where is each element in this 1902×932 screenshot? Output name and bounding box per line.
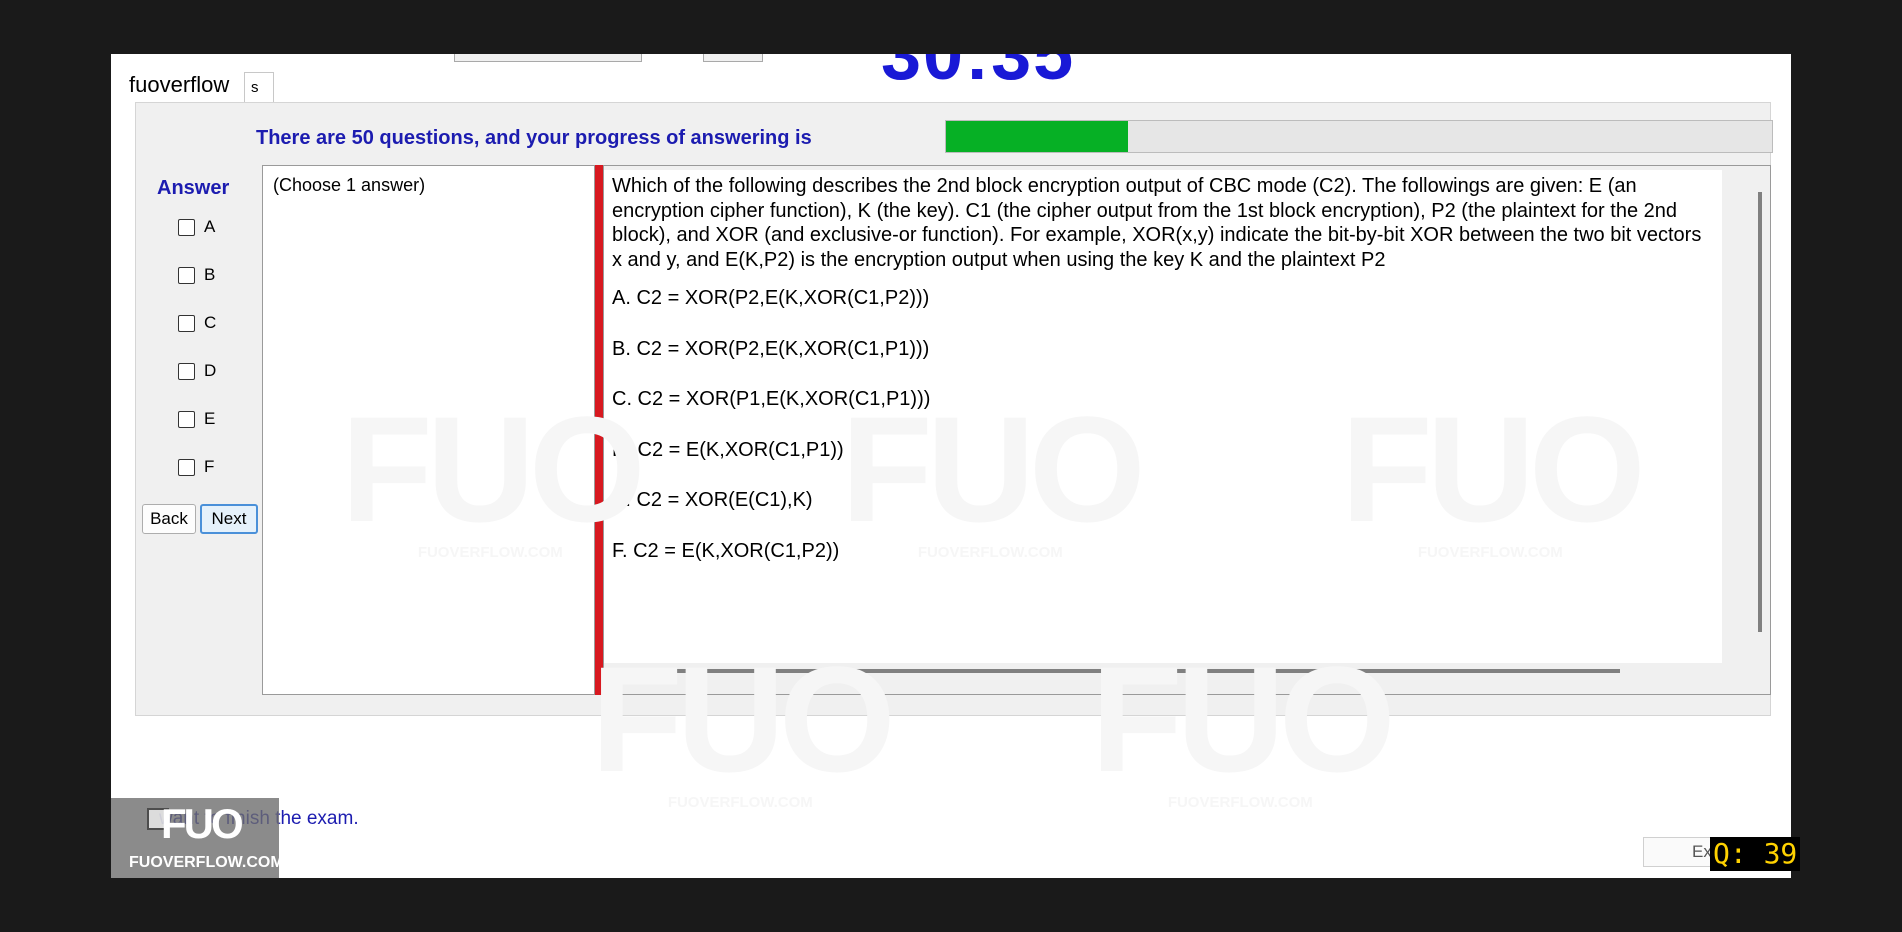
answer-option-f[interactable]: F <box>178 457 214 477</box>
answer-option-label: B <box>204 265 216 284</box>
answer-option-label: F <box>204 457 215 476</box>
answer-option-a[interactable]: A <box>178 217 215 237</box>
progress-fill <box>946 121 1128 152</box>
logo-site: FUOVERFLOW.COM <box>129 854 284 871</box>
exam-timer: 30:35 <box>881 54 1076 95</box>
checkbox-b[interactable] <box>178 266 195 284</box>
exam-window: 30:35 fuoverflow s There are 50 question… <box>111 54 1791 878</box>
question-option-e: E. C2 = XOR(E(C1),K) <box>612 489 813 511</box>
watermark-site: FUOVERFLOW.COM <box>667 794 813 811</box>
progress-label: There are 50 questions, and your progres… <box>256 127 812 149</box>
answer-option-e[interactable]: E <box>178 409 215 429</box>
watermark-site: FUOVERFLOW.COM <box>1167 794 1313 811</box>
question-option-c: C. C2 = XOR(P1,E(K,XOR(C1,P1))) <box>612 388 931 410</box>
checkbox-e[interactable] <box>178 410 195 428</box>
question-area: Which of the following describes the 2nd… <box>603 165 1771 695</box>
logo-mark: FUO <box>161 800 244 847</box>
fuo-logo-overlay: FUO FUOVERFLOW.COM <box>111 798 284 878</box>
question-option-f: F. C2 = E(K,XOR(C1,P2)) <box>612 539 840 562</box>
question-content: Which of the following describes the 2nd… <box>604 170 1722 663</box>
progress-bar <box>945 120 1773 153</box>
checkbox-c[interactable] <box>178 314 195 332</box>
answer-option-label: A <box>204 217 216 236</box>
checkbox-d[interactable] <box>178 362 195 380</box>
tab-questions[interactable]: s <box>244 72 274 102</box>
top-combo-box[interactable] <box>454 54 642 62</box>
checkbox-f[interactable] <box>178 458 195 476</box>
question-option-a: A. C2 = XOR(P2,E(K,XOR(C1,P2))) <box>612 287 930 309</box>
answer-title: Answer <box>157 177 230 199</box>
answer-option-d[interactable]: D <box>178 361 216 381</box>
question-option-b: B. C2 = XOR(P2,E(K,XOR(C1,P1))) <box>612 337 930 360</box>
choose-hint-box: (Choose 1 answer) <box>262 165 595 695</box>
brand-label: fuoverflow <box>129 72 230 97</box>
question-text: Which of the following describes the 2nd… <box>612 175 1702 271</box>
checkbox-a[interactable] <box>178 218 195 236</box>
answer-option-b[interactable]: B <box>178 265 215 285</box>
back-button[interactable]: Back <box>142 504 196 534</box>
question-counter: Q: 39 <box>1710 837 1801 871</box>
next-button[interactable]: Next <box>200 504 258 534</box>
choose-hint-text: (Choose 1 answer) <box>273 175 426 195</box>
top-small-combo[interactable] <box>703 54 763 62</box>
answer-option-c[interactable]: C <box>178 313 216 333</box>
answer-option-label: E <box>204 409 216 428</box>
vertical-scrollbar[interactable] <box>1758 192 1762 632</box>
answer-option-label: C <box>204 313 217 332</box>
horizontal-scrollbar[interactable] <box>630 669 1620 673</box>
question-panel: There are 50 questions, and your progres… <box>135 102 1773 716</box>
question-option-d: D. C2 = E(K,XOR(C1,P1)) <box>612 438 844 461</box>
answer-option-label: D <box>204 361 217 380</box>
